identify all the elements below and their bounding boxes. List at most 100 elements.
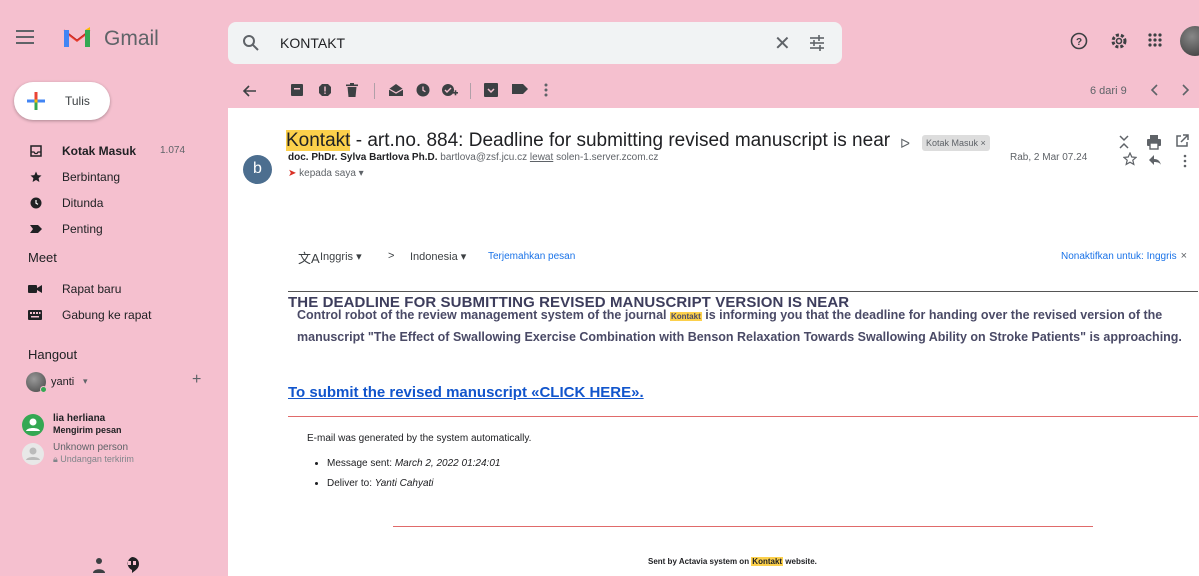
- compose-button[interactable]: Tulis: [14, 82, 110, 120]
- sidebar-item-inbox[interactable]: Kotak Masuk 1.074: [0, 138, 210, 164]
- compose-plus-icon: [27, 92, 45, 110]
- hangout-user-name: yanti: [51, 376, 75, 388]
- disable-translate-link[interactable]: Nonaktifkan untuk: Inggris ×: [1061, 250, 1187, 262]
- search-input[interactable]: [280, 33, 740, 53]
- sidebar-item-label: Ditunda: [62, 196, 104, 210]
- sender-line: doc. PhDr. Sylva Bartlova Ph.D. bartlova…: [288, 152, 658, 163]
- chevron-right-icon[interactable]: [1180, 83, 1190, 97]
- divider: [288, 291, 1198, 292]
- settings-icon[interactable]: [1110, 32, 1128, 50]
- contact-item[interactable]: lia herliana Mengirim pesan: [22, 412, 212, 438]
- translate-arrow: >: [388, 250, 395, 262]
- journal-highlight: Kontakt: [669, 312, 702, 321]
- email-date: Rab, 2 Mar 07.24: [1010, 152, 1088, 163]
- chevron-down-icon[interactable]: ▾: [83, 376, 88, 387]
- online-status-icon: [40, 386, 47, 393]
- message-toolbar: 6 dari 9: [228, 76, 1199, 106]
- archive-icon[interactable]: [290, 83, 304, 97]
- clear-search-icon[interactable]: ✕: [774, 31, 791, 56]
- snooze-icon[interactable]: [416, 83, 430, 97]
- hangout-heading: Hangout: [28, 347, 78, 362]
- contact-avatar: [22, 443, 44, 465]
- open-in-new-window-icon[interactable]: [1175, 134, 1189, 148]
- translate-to-select[interactable]: Indonesia ▾: [410, 250, 466, 263]
- search-icon[interactable]: [242, 34, 260, 52]
- recipient-line[interactable]: ➤ kepada saya ▾: [288, 168, 364, 179]
- sidebar-item-label: Kotak Masuk: [62, 144, 137, 158]
- label-icon[interactable]: [512, 83, 528, 95]
- chevron-left-icon[interactable]: [1150, 83, 1160, 97]
- toolbar-divider: [374, 83, 375, 99]
- contact-avatar: [22, 414, 44, 436]
- print-icon[interactable]: [1146, 134, 1162, 150]
- clock-icon: [30, 197, 42, 209]
- sender-name[interactable]: doc. PhDr. Sylva Bartlova Ph.D.: [288, 152, 438, 163]
- email-footer: Sent by Actavia system on Kontakt websit…: [648, 557, 817, 566]
- hangouts-icon[interactable]: [124, 556, 140, 574]
- inbox-icon: [30, 145, 42, 157]
- more-vert-icon[interactable]: [1183, 154, 1187, 168]
- sidebar-item-snoozed[interactable]: Ditunda: [0, 190, 210, 216]
- recipient-text: kepada saya: [299, 168, 356, 179]
- mark-unread-icon[interactable]: [388, 83, 404, 97]
- meet-join-meeting[interactable]: Gabung ke rapat: [0, 303, 210, 327]
- person-icon: [26, 418, 40, 431]
- divider: [393, 526, 1093, 527]
- contact-item[interactable]: Unknown person 🔒︎ Undangan terkirim: [22, 441, 212, 467]
- toolbar-divider: [470, 83, 471, 99]
- add-contact-icon[interactable]: +: [192, 371, 201, 389]
- message-pane: Kontakt - art.no. 884: Deadline for subm…: [228, 108, 1199, 576]
- sidebar-item-important[interactable]: Penting: [0, 216, 210, 242]
- chevron-down-icon[interactable]: ▾: [359, 168, 364, 179]
- apps-grid-icon[interactable]: [1147, 32, 1163, 48]
- keyboard-icon: [28, 310, 42, 320]
- top-bar: Gmail ✕ ?: [0, 0, 1199, 82]
- meet-heading: Meet: [28, 250, 57, 265]
- more-vert-icon[interactable]: [544, 83, 548, 97]
- star-icon[interactable]: [1123, 152, 1137, 166]
- gmail-logo-icon[interactable]: [62, 25, 92, 49]
- subject-text: - art.no. 884: Deadline for submitting r…: [350, 130, 891, 151]
- search-options-icon[interactable]: [808, 34, 826, 52]
- help-icon[interactable]: ?: [1070, 32, 1088, 50]
- report-spam-icon[interactable]: [318, 83, 332, 97]
- submit-manuscript-link[interactable]: To submit the revised manuscript «CLICK …: [288, 384, 644, 401]
- account-avatar[interactable]: [1180, 26, 1199, 56]
- close-icon[interactable]: ×: [1181, 250, 1187, 262]
- meet-new-meeting[interactable]: Rapat baru: [0, 277, 210, 301]
- sender-email: bartlova@zsf.jcu.cz: [440, 152, 528, 163]
- app-name: Gmail: [104, 27, 159, 50]
- delete-icon[interactable]: [346, 83, 358, 97]
- sender-avatar[interactable]: b: [243, 155, 272, 184]
- sidebar-item-label: Penting: [62, 222, 103, 236]
- back-arrow-icon[interactable]: [242, 83, 258, 99]
- email-subject: Kontakt - art.no. 884: Deadline for subm…: [286, 130, 890, 152]
- translate-from-select[interactable]: Inggris ▾: [320, 250, 362, 263]
- move-to-icon[interactable]: [484, 83, 498, 97]
- svg-text:?: ?: [1076, 37, 1082, 48]
- collapse-all-icon[interactable]: [1118, 134, 1130, 150]
- translate-icon: 文A: [298, 251, 320, 266]
- hangout-user[interactable]: yanti ▾ +: [26, 371, 216, 394]
- main-menu-icon[interactable]: [16, 30, 34, 44]
- sidebar-item-starred[interactable]: Berbintang: [0, 164, 210, 190]
- translate-bar: 文A Inggris ▾ > Indonesia ▾ Terjemahkan p…: [288, 241, 1198, 269]
- translate-message-link[interactable]: Terjemahkan pesan: [488, 251, 575, 262]
- divider: [288, 416, 1198, 417]
- label-chip-inbox[interactable]: Kotak Masuk ×: [922, 135, 990, 151]
- via-server: solen-1.server.zcom.cz: [556, 152, 659, 163]
- via-link[interactable]: lewat: [530, 152, 553, 163]
- auto-generated-note: E-mail was generated by the system autom…: [307, 433, 532, 444]
- email-body-paragraph: Control robot of the review management s…: [297, 308, 1182, 344]
- important-marker-icon[interactable]: ᐅ: [900, 136, 910, 152]
- pagination-text: 6 dari 9: [1090, 85, 1127, 97]
- footer-highlight: Kontakt: [751, 557, 784, 566]
- reply-icon[interactable]: [1148, 154, 1162, 166]
- person-icon[interactable]: [92, 556, 106, 574]
- add-to-tasks-icon[interactable]: [442, 83, 458, 97]
- important-icon: [30, 225, 42, 233]
- sidebar-nav: Kotak Masuk 1.074 Berbintang Ditunda Pen…: [0, 138, 210, 242]
- inbox-count: 1.074: [160, 145, 186, 156]
- sidebar-item-label: Berbintang: [62, 170, 121, 184]
- list-item: Message sent: March 2, 2022 01:24:01: [327, 458, 500, 478]
